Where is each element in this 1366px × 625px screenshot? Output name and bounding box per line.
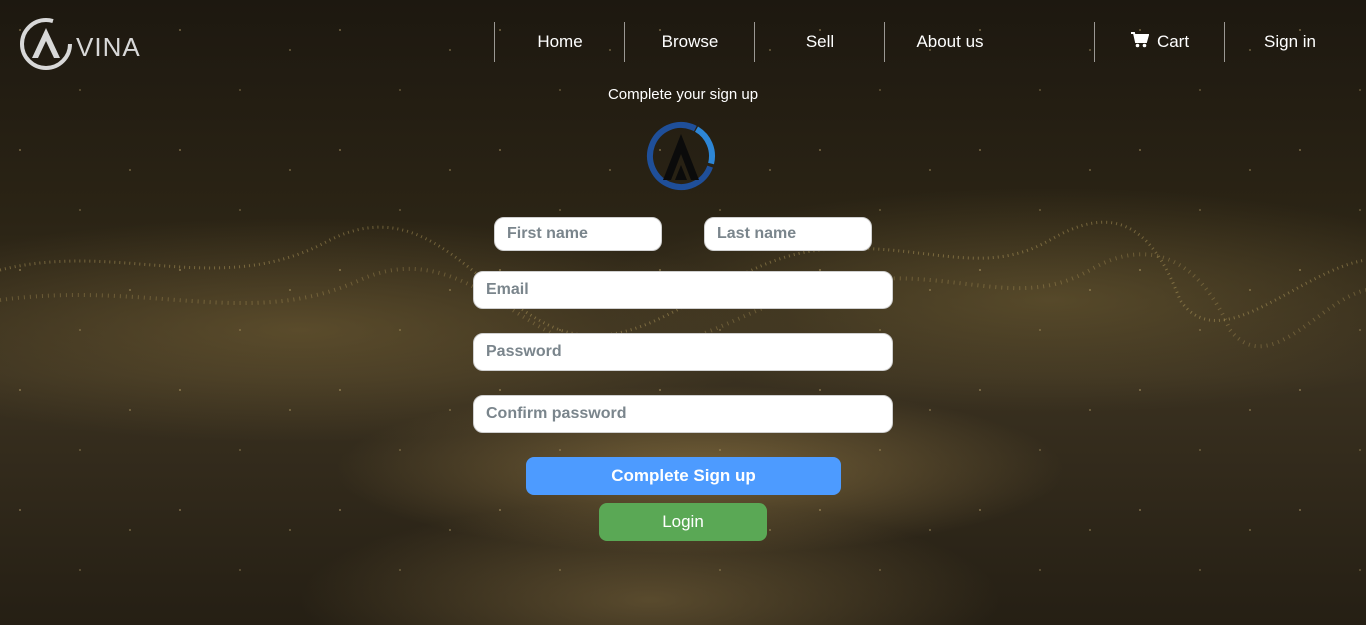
email-input[interactable] xyxy=(473,271,893,309)
nav-sell[interactable]: Sell xyxy=(754,22,885,62)
center-logo-icon xyxy=(647,122,715,190)
login-button[interactable]: Login xyxy=(599,503,767,541)
nav-about-us[interactable]: About us xyxy=(884,22,1015,62)
password-input[interactable] xyxy=(473,333,893,371)
nav-cart[interactable]: Cart xyxy=(1094,22,1225,62)
shopping-cart-icon xyxy=(1130,31,1150,53)
nav-home[interactable]: Home xyxy=(494,22,625,62)
top-navigation: Home Browse Sell About us Cart Sign in xyxy=(0,22,1366,62)
last-name-input[interactable] xyxy=(704,217,872,251)
confirm-password-input[interactable] xyxy=(473,395,893,433)
nav-sign-in[interactable]: Sign in xyxy=(1224,22,1355,62)
page-heading: Complete your sign up xyxy=(607,86,759,103)
first-name-input[interactable] xyxy=(494,217,662,251)
nav-browse[interactable]: Browse xyxy=(624,22,755,62)
nav-cart-label: Cart xyxy=(1156,32,1190,51)
complete-sign-up-button[interactable]: Complete Sign up xyxy=(526,457,841,495)
